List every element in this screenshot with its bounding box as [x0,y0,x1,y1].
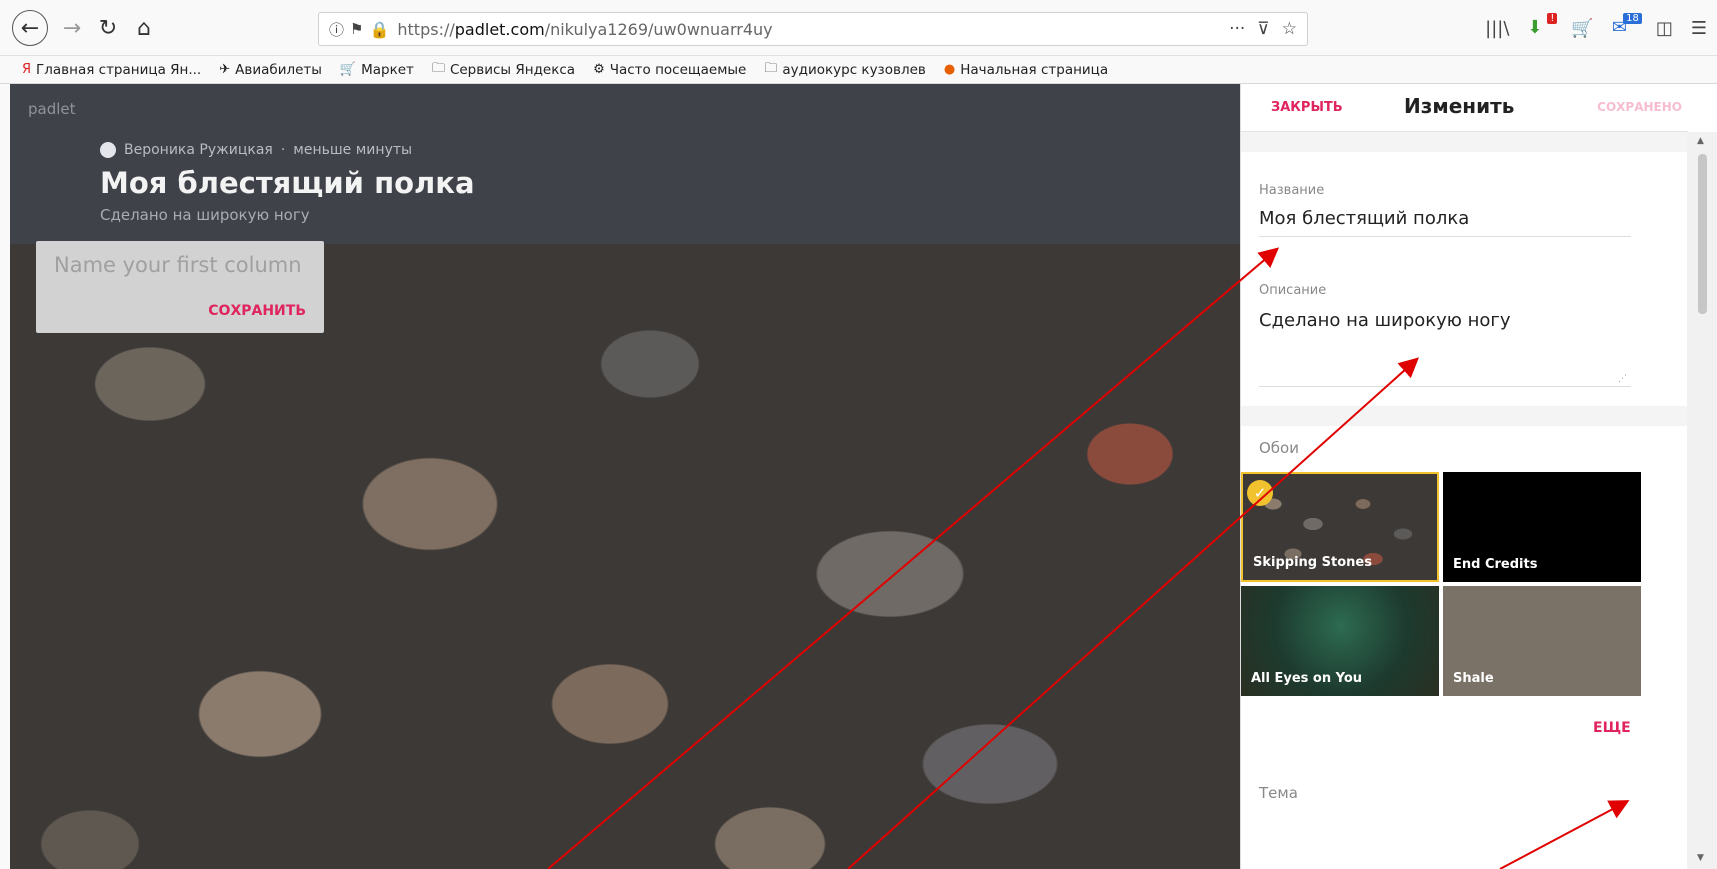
scroll-up-icon[interactable]: ▲ [1697,136,1704,146]
gear-icon: ⚙ [593,62,605,77]
name-label: Название [1259,183,1325,198]
library-icon[interactable]: |||\ [1485,18,1509,39]
wallpaper-skipping-stones[interactable]: ✓ Skipping Stones [1241,472,1439,582]
section-divider [1241,132,1688,152]
mail-icon[interactable]: ✉ 18 [1612,13,1642,39]
cart-icon[interactable]: 🛒 [1571,18,1593,39]
scrollbar-thumb[interactable] [1698,154,1707,314]
wall-background [10,244,1240,869]
wallpaper-all-eyes-on-you[interactable]: All Eyes on You [1241,586,1439,696]
plane-icon: ✈ [219,62,231,77]
name-input[interactable]: Моя блестящий полка [1259,208,1469,229]
bookmark-star-icon[interactable]: ☆ [1282,19,1297,39]
resize-handle-icon[interactable]: ⋰ [1618,374,1627,384]
pocket-icon[interactable]: ⊽ [1257,19,1269,39]
cart-icon: 🛒 [339,62,357,77]
bookmark-services[interactable]: 🗀 Сервисы Яндекса [432,59,575,81]
author-name: Вероника Ружицкая [124,142,273,158]
theme-label: Тема [1259,784,1298,802]
yandex-icon: Я [22,62,32,77]
firefox-icon: ● [943,62,956,77]
more-wallpapers-button[interactable]: ЕЩЕ [1593,720,1631,736]
bookmarks-bar: Я Главная страница Ян... ✈ Авиабилеты 🛒 Мар… [0,56,1717,84]
download-helper-icon[interactable]: ⬇! [1527,13,1558,39]
panel-title: Изменить [1404,94,1515,118]
permissions-icon[interactable]: ⚑ [350,20,363,38]
panel-scrollbar[interactable]: ▲ ▼ [1687,132,1717,869]
arrow-right-icon: → [62,15,82,41]
author-line: Вероника Ружицкая · меньше минуты [100,142,412,158]
padlet-wall: padlet Вероника Ружицкая · меньше минуты… [10,84,1240,869]
scroll-down-icon[interactable]: ▼ [1697,853,1704,863]
column-name-input[interactable]: Name your first column [54,253,302,277]
forward-button[interactable]: → [56,12,88,44]
folder-icon: 🗀 [431,60,445,76]
wall-title: Моя блестящий полка [100,166,475,200]
reload-button[interactable]: ↻ [92,12,124,44]
url-text[interactable]: https://padlet.com/nikulya1269/uw0wnuarr… [397,20,772,39]
arrow-left-icon: ← [20,15,40,41]
saved-status: СОХРАНЕНО [1597,100,1682,114]
bookmark-most-visited[interactable]: ⚙ Часто посещаемые [593,62,746,78]
avatar [100,142,116,158]
address-bar[interactable]: ⓘ ⚑ 🔒 https://padlet.com/nikulya1269/uw0… [318,12,1308,46]
browser-toolbar: ← → ↻ ⌂ ⓘ ⚑ 🔒 https://padlet.com/nikulya… [0,0,1717,56]
padlet-logo[interactable]: padlet [28,100,76,118]
folder-icon: 🗀 [764,60,778,76]
description-textarea[interactable]: Сделано на широкую ногу [1259,310,1511,331]
bookmark-avia[interactable]: ✈ Авиабилеты [219,62,322,78]
bookmark-market[interactable]: 🛒 Маркет [340,62,414,78]
timestamp: меньше минуты [293,142,413,158]
lock-icon[interactable]: 🔒 [369,20,389,39]
description-label: Описание [1259,283,1327,298]
bookmark-audiocourse[interactable]: 🗀 аудиокурс кузовлев [764,59,926,81]
panel-header: ЗАКРЫТЬ Изменить СОХРАНЕНО [1241,84,1688,132]
settings-panel: ЗАКРЫТЬ Изменить СОХРАНЕНО Название Моя … [1240,84,1717,869]
new-column-card: Name your first column СОХРАНИТЬ [36,241,324,333]
name-underline [1259,236,1631,237]
wallpaper-shale[interactable]: Shale [1443,586,1641,696]
sidebar-icon[interactable]: ◫ [1656,18,1673,39]
column-save-button[interactable]: СОХРАНИТЬ [208,303,306,319]
back-button[interactable]: ← [12,10,48,46]
page-actions-icon[interactable]: ··· [1229,19,1245,39]
bookmark-yandex[interactable]: Я Главная страница Ян... [22,62,201,78]
reload-icon: ↻ [98,15,118,41]
menu-icon[interactable]: ☰ [1691,18,1707,39]
home-icon: ⌂ [137,15,151,41]
close-button[interactable]: ЗАКРЫТЬ [1271,100,1343,115]
info-icon[interactable]: ⓘ [329,19,344,40]
wallpaper-end-credits[interactable]: End Credits [1443,472,1641,582]
wall-subtitle: Сделано на широкую ногу [100,206,310,224]
wallpaper-label: Обои [1259,439,1299,457]
description-underline [1259,386,1631,387]
section-divider [1241,406,1688,426]
check-icon: ✓ [1247,480,1273,506]
home-button[interactable]: ⌂ [128,12,160,44]
wall-header: padlet Вероника Ружицкая · меньше минуты… [10,84,1240,244]
bookmark-start-page[interactable]: ● Начальная страница [944,62,1108,78]
